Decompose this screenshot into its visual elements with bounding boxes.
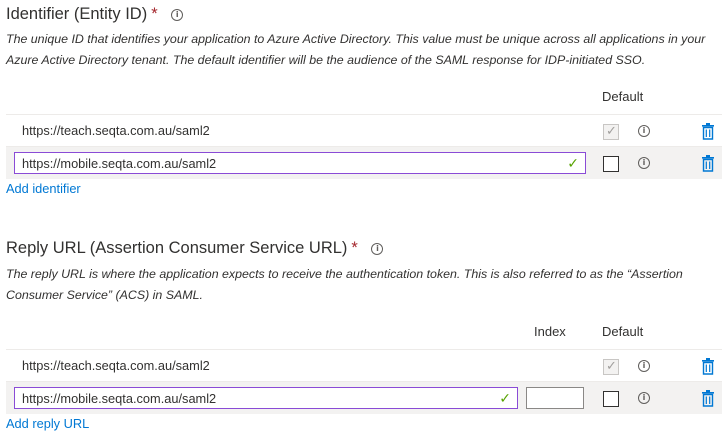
identifier-title: Identifier (Entity ID) [6,5,148,23]
default-checkbox [603,359,619,375]
reply-url-title-row: Reply URL (Assertion Consumer Service UR… [6,239,384,258]
trash-icon[interactable] [701,155,715,172]
info-icon[interactable]: i [371,243,384,255]
reply-url-description: The reply URL is where the application e… [6,267,683,302]
identifier-description: The unique ID that identifies your appli… [6,32,706,67]
checkmark-icon: ✓ [499,390,511,406]
info-icon[interactable]: i [638,392,650,404]
info-icon[interactable]: i [638,157,650,169]
identifier-input[interactable]: ✓ [14,152,586,174]
info-icon[interactable]: i [171,9,184,21]
required-asterisk: * [351,239,358,257]
identifier-value: https://teach.seqta.com.au/saml2 [22,123,210,138]
trash-icon[interactable] [701,123,715,140]
reply-url-input[interactable]: ✓ [14,387,518,409]
required-asterisk: * [151,5,158,23]
trash-icon[interactable] [701,390,715,407]
identifier-row: https://teach.seqta.com.au/saml2 i [6,114,722,147]
identifier-default-header: Default [602,89,644,104]
checkmark-icon: ✓ [567,155,579,171]
add-identifier-link[interactable]: Add identifier [6,181,81,196]
info-icon[interactable]: i [638,360,650,372]
default-checkbox[interactable] [603,391,619,407]
reply-url-title: Reply URL (Assertion Consumer Service UR… [6,239,348,257]
trash-icon[interactable] [701,358,715,375]
reply-url-default-header: Default [602,324,644,339]
default-checkbox[interactable] [603,156,619,172]
reply-url-index-header: Index [534,324,566,339]
identifier-field[interactable] [22,156,507,171]
default-checkbox [603,124,619,140]
info-icon[interactable]: i [638,125,650,137]
reply-url-value: https://teach.seqta.com.au/saml2 [22,358,210,373]
index-input[interactable] [526,387,584,409]
identifier-title-row: Identifier (Entity ID) * i [6,5,184,24]
add-reply-url-link[interactable]: Add reply URL [6,416,89,431]
reply-url-row: ✓ i [6,381,722,414]
reply-url-field[interactable] [22,391,449,406]
identifier-row: ✓ i [6,146,722,179]
reply-url-row: https://teach.seqta.com.au/saml2 i [6,349,722,382]
